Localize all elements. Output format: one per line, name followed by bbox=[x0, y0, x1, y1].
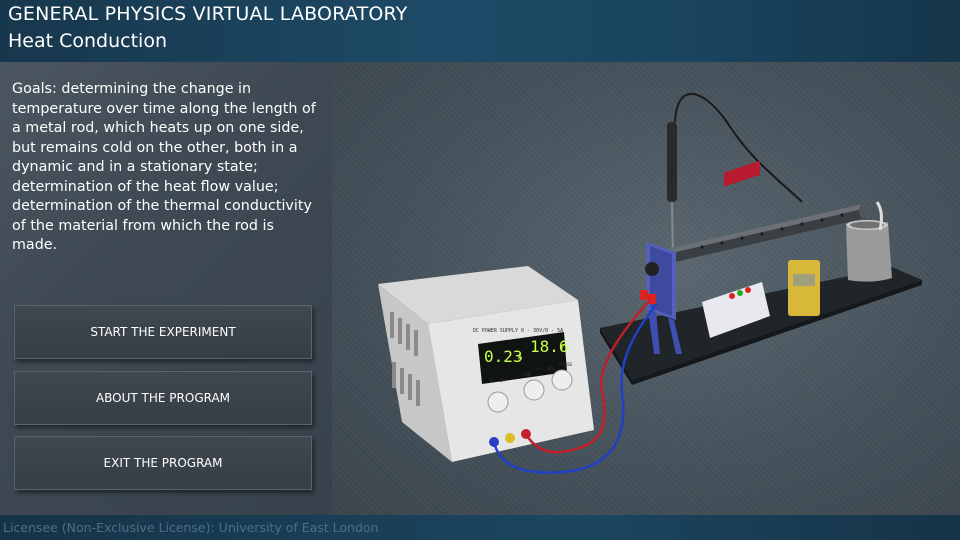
app-header: GENERAL PHYSICS VIRTUAL LABORATORY Heat … bbox=[0, 0, 960, 64]
probe-cable bbox=[674, 92, 803, 203]
ground-terminal[interactable] bbox=[505, 433, 515, 443]
cold-water-cup bbox=[846, 222, 892, 282]
knob-label-coarse: COARSE bbox=[558, 362, 573, 367]
knob-label-fine: FINE bbox=[522, 372, 532, 377]
start-experiment-button[interactable]: START THE EXPERIMENT bbox=[14, 305, 312, 359]
license-text: Licensee (Non-Exclusive License): Univer… bbox=[3, 520, 379, 535]
lab-scene: DC POWER SUPPLY 0 - 30V/0 - 5A 0.23 A 18… bbox=[332, 62, 960, 515]
exit-program-button[interactable]: EXIT THE PROGRAM bbox=[14, 436, 312, 490]
current-display: 0.23 bbox=[484, 347, 523, 366]
about-program-button[interactable]: ABOUT THE PROGRAM bbox=[14, 371, 312, 425]
knob-label-current: 0 - 5A bbox=[490, 378, 505, 383]
app-subtitle: Heat Conduction bbox=[8, 30, 167, 52]
goals-text: Goals: determining the change in tempera… bbox=[12, 81, 316, 253]
temperature-probe[interactable] bbox=[667, 122, 677, 202]
footer-bar: Licensee (Non-Exclusive License): Univer… bbox=[0, 515, 960, 540]
digital-thermometer[interactable] bbox=[788, 260, 820, 316]
current-knob[interactable] bbox=[487, 391, 509, 413]
power-supply-label: DC POWER SUPPLY 0 - 30V/0 - 5A bbox=[473, 328, 563, 334]
app-title: GENERAL PHYSICS VIRTUAL LABORATORY bbox=[8, 3, 408, 25]
coarse-voltage-knob[interactable] bbox=[551, 369, 573, 391]
knob-label-voltage: 0 - 30V bbox=[537, 366, 554, 371]
fine-voltage-knob[interactable] bbox=[523, 379, 545, 401]
lab-apparatus: DC POWER SUPPLY 0 - 30V/0 - 5A 0.23 A 18… bbox=[378, 92, 922, 474]
